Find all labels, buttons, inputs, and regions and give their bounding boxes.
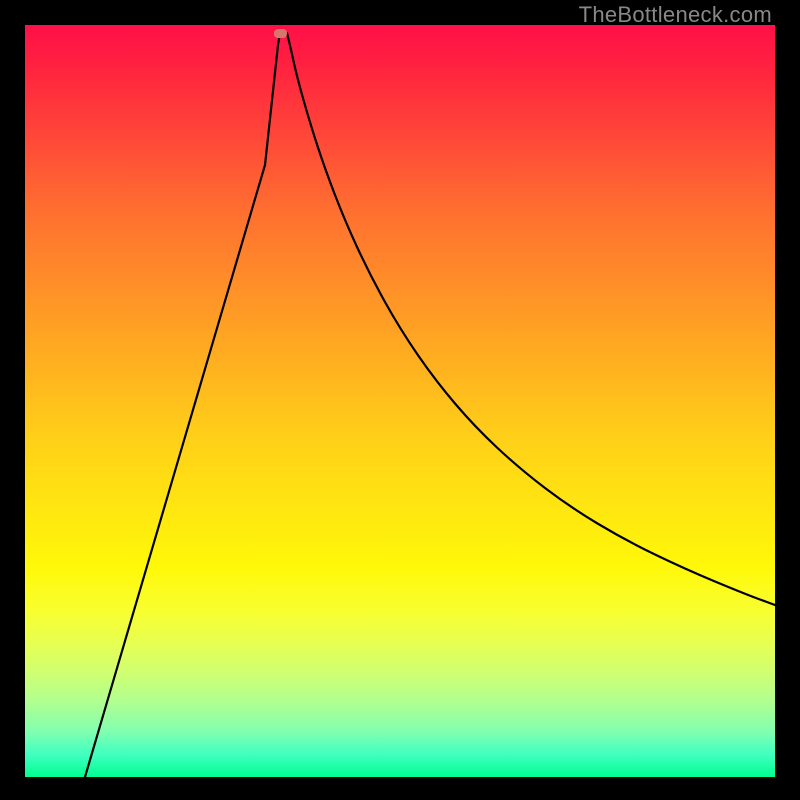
watermark-text: TheBottleneck.com [579,2,772,28]
bottleneck-curve [25,25,775,777]
optimal-point-marker [274,29,287,38]
